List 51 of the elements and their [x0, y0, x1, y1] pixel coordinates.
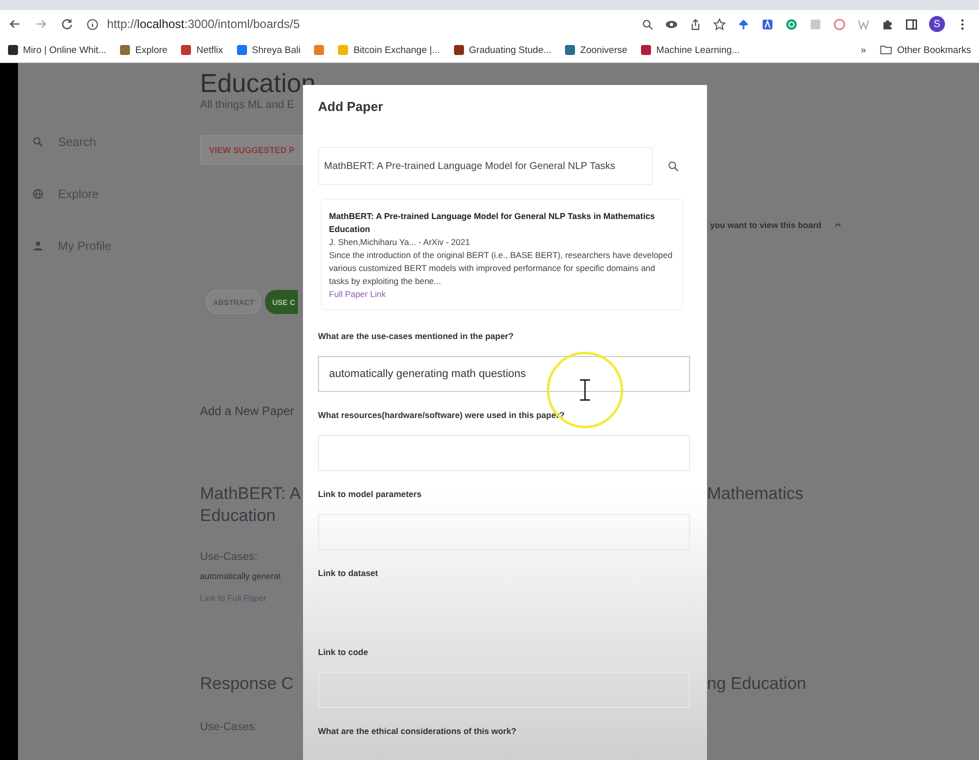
use-cases-text: automatically generat — [200, 571, 282, 581]
bookmark[interactable]: Machine Learning... — [641, 44, 740, 56]
info-icon — [86, 18, 99, 30]
paper-title: MathBERT: A — [200, 483, 302, 505]
profile-avatar[interactable]: S — [929, 16, 945, 32]
dialog-title: Add Paper — [318, 99, 384, 116]
paper-title: Education — [200, 505, 277, 527]
result-abstract: Since the introduction of the original BERT (i.e., BASE BERT), researchers have developed various customized BERT models with improved performance for specific domains and tasks by exploiting the bene... — [329, 249, 674, 288]
field-label: Link to code — [318, 647, 370, 659]
field-label: What are the use-cases mentioned in the paper? — [318, 331, 515, 343]
person-icon — [32, 240, 44, 252]
other-bookmarks[interactable]: Other Bookmarks — [880, 44, 971, 56]
back-icon[interactable] — [8, 17, 22, 31]
star-icon[interactable] — [713, 18, 726, 30]
folder-icon — [880, 44, 892, 56]
answer-field[interactable]: automatically generating math questions — [318, 356, 690, 392]
result-title: MathBERT: A Pre-trained Language Model for General NLP Tasks in Mathematics Education — [329, 210, 656, 236]
paper-search-field[interactable]: MathBERT: A Pre-trained Language Model for General NLP Tasks — [318, 147, 653, 185]
view-note: you want to view this board — [710, 220, 822, 230]
search-icon[interactable] — [667, 160, 680, 172]
share-icon[interactable] — [689, 18, 702, 30]
extension-icon[interactable] — [785, 18, 798, 30]
full-paper-link[interactable]: Full Paper Link — [329, 289, 386, 299]
bookmark[interactable]: Shreya Bali — [236, 44, 300, 56]
globe-icon — [32, 188, 44, 200]
extension-icon[interactable] — [761, 18, 774, 30]
bookmark[interactable]: Graduating Stude... — [454, 44, 552, 56]
bookmarks-overflow[interactable]: » — [860, 44, 866, 56]
puzzle-icon[interactable] — [881, 18, 894, 30]
extension-icon[interactable] — [737, 18, 750, 30]
paper-title: Mathematics — [707, 483, 804, 505]
bookmark[interactable]: Bitcoin Exchange |... — [338, 44, 440, 56]
field-label: What are the ethical considerations of this work? — [318, 726, 518, 738]
bookmark-favicon-icon[interactable] — [314, 45, 324, 55]
bookmark[interactable]: Miro | Online Whit... — [8, 44, 106, 56]
search-icon — [32, 136, 44, 148]
zoom-icon[interactable] — [641, 18, 654, 30]
field-label: Link to dataset — [318, 568, 379, 580]
result-meta: J. Shen,Michiharu Ya... - ArXiv - 2021 — [329, 236, 471, 249]
paper-title: Response C — [200, 673, 295, 695]
field-label: Link to model parameters — [318, 489, 422, 501]
sidebar-icon[interactable] — [905, 18, 918, 30]
extension-icon[interactable] — [833, 18, 846, 30]
paper-title: ng Education — [707, 673, 808, 695]
board-title: Education — [200, 69, 316, 97]
bookmark[interactable]: Zooniverse — [565, 44, 628, 56]
add-paper-text: Add a New Paper — [200, 404, 296, 418]
bookmark[interactable]: Netflix — [181, 44, 223, 56]
bookmark[interactable]: Explore — [120, 44, 168, 56]
reload-icon[interactable] — [60, 17, 74, 31]
address-bar-url[interactable]: http://localhost:3000/intoml/boards/5 — [107, 17, 300, 31]
